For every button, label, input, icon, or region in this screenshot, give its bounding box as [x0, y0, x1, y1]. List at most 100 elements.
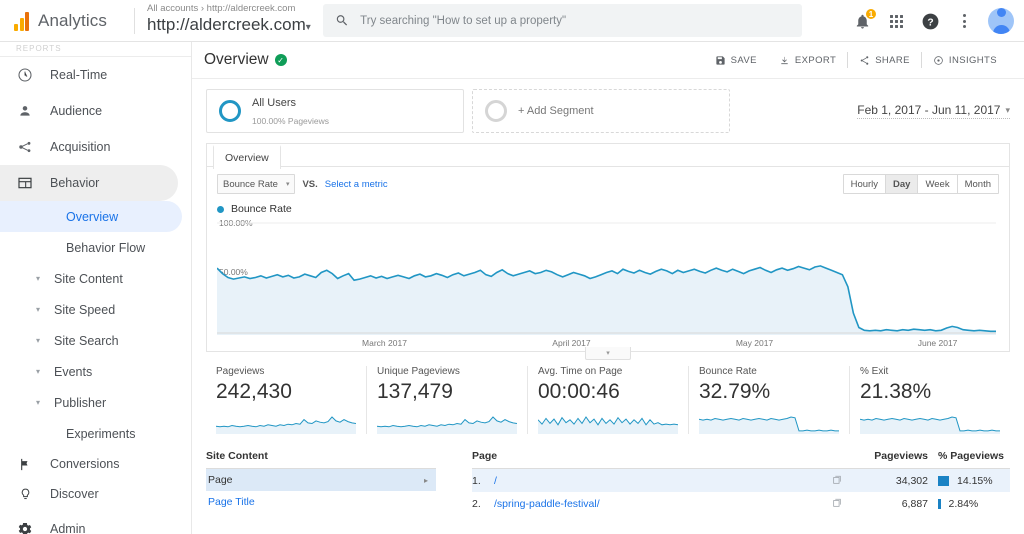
metric-sparkline: [699, 416, 839, 434]
row-page-link[interactable]: /spring-paddle-festival/: [494, 498, 832, 510]
sidebar-item-acquisition[interactable]: Acquisition: [0, 129, 191, 165]
granularity-hourly[interactable]: Hourly: [843, 175, 887, 193]
sidebar-item-site-speed[interactable]: ▾ Site Speed: [0, 294, 191, 325]
sidebar-item-discover[interactable]: Discover: [0, 479, 191, 509]
table-header-row: Page Pageviews % Pageviews: [472, 450, 1010, 469]
sidebar-item-label: Audience: [50, 104, 103, 118]
property-name: http://aldercreek.com▾: [147, 15, 347, 38]
sidebar-item-label: Acquisition: [50, 140, 111, 154]
dimension-row-page[interactable]: Page ▸: [206, 469, 436, 491]
analytics-logo[interactable]: Analytics: [0, 11, 130, 31]
export-label: EXPORT: [794, 54, 837, 66]
table-row[interactable]: 1. / 34,302 14.15%: [472, 469, 1010, 492]
sidebar-item-overview[interactable]: Overview: [0, 201, 182, 232]
metric-card[interactable]: Bounce Rate 32.79%: [688, 366, 849, 434]
sidebar-item-experiments[interactable]: Experiments: [0, 418, 191, 449]
chart-panel: Overview Bounce Rate ▾ VS. Select a metr…: [206, 143, 1010, 360]
share-button[interactable]: SHARE: [848, 55, 921, 66]
metric-card-label: Bounce Rate: [699, 366, 757, 377]
row-pageviews: 6,887: [901, 497, 928, 510]
metric-card-label: Pageviews: [216, 366, 265, 377]
select-a-metric-link[interactable]: Select a metric: [325, 179, 388, 190]
share-icon: [860, 55, 869, 65]
metric-select[interactable]: Bounce Rate ▾: [217, 174, 296, 194]
metric-card[interactable]: Unique Pageviews 137,479: [366, 366, 527, 434]
chevron-down-icon: ▾: [36, 336, 41, 345]
sidebar-item-admin[interactable]: Admin: [0, 509, 191, 534]
sidebar-section-label: REPORTS: [16, 44, 62, 53]
collapse-chart-handle[interactable]: ▾: [585, 347, 631, 360]
metric-card[interactable]: Avg. Time on Page 00:00:46: [527, 366, 688, 434]
top-icons: 1 ?: [852, 0, 1014, 42]
top-bar: Analytics All accounts › http://aldercre…: [0, 0, 1024, 42]
breadcrumb: All accounts › http://aldercreek.com: [147, 3, 296, 14]
more-options-icon[interactable]: [954, 11, 974, 31]
open-in-new-icon[interactable]: [832, 475, 850, 487]
flag-icon: [14, 457, 36, 472]
bar-chart-icon: [14, 11, 29, 31]
save-icon: [716, 55, 725, 65]
main-chart[interactable]: 100.00% 50.00%: [217, 218, 996, 335]
tab-overview[interactable]: Overview: [213, 145, 281, 169]
granularity-week[interactable]: Week: [918, 175, 958, 193]
legend-label: Bounce Rate: [231, 203, 292, 215]
window-icon: [14, 175, 36, 191]
segment-all-users[interactable]: All Users 100.00% Pageviews: [206, 89, 464, 133]
sidebar-subitem-label: Site Speed: [54, 302, 116, 317]
metric-card-value: 21.38%: [860, 380, 932, 403]
metric-card[interactable]: Pageviews 242,430: [206, 366, 366, 434]
sidebar-item-publisher[interactable]: ▾ Publisher: [0, 387, 191, 418]
chevron-right-icon: ▸: [423, 475, 428, 485]
sidebar-subitem-label: Overview: [66, 209, 119, 224]
chevron-down-icon: ▾: [1005, 104, 1010, 115]
chevron-down-icon: ▾: [36, 398, 41, 407]
help-icon[interactable]: ?: [920, 11, 940, 31]
dimension-list: Site Content Page ▸ Page Title: [206, 450, 436, 515]
sidebar-item-behavior[interactable]: Behavior: [0, 165, 178, 201]
save-button[interactable]: SAVE: [704, 55, 768, 66]
svg-text:?: ?: [927, 17, 933, 28]
sidebar-subitem-label: Behavior Flow: [66, 240, 146, 255]
account-selector[interactable]: All accounts › http://aldercreek.com htt…: [147, 3, 347, 38]
apps-grid-icon[interactable]: [886, 11, 906, 31]
sidebar-item-label: Real-Time: [50, 68, 108, 82]
segment-ring-icon: [485, 100, 507, 122]
dimension-header-label: Site Content: [206, 450, 268, 462]
notifications-bell-icon[interactable]: 1: [852, 8, 877, 31]
sidebar-item-conversions[interactable]: Conversions: [0, 449, 191, 479]
search-input[interactable]: [360, 14, 790, 27]
granularity-day[interactable]: Day: [886, 175, 919, 193]
avatar[interactable]: [988, 8, 1014, 34]
sidebar-item-audience[interactable]: Audience: [0, 93, 191, 129]
sidebar-subitem-label: Publisher: [54, 395, 107, 410]
date-range-picker[interactable]: Feb 1, 2017 - Jun 11, 2017 ▾: [857, 103, 1010, 119]
sidebar-item-site-content[interactable]: ▾ Site Content: [0, 263, 191, 294]
export-button[interactable]: EXPORT: [768, 55, 847, 66]
column-header-pageviews: Pageviews: [874, 450, 928, 462]
sidebar-item-behavior-flow[interactable]: Behavior Flow: [0, 232, 191, 263]
vs-label: VS.: [302, 178, 318, 190]
dimension-row-page-title[interactable]: Page Title: [206, 491, 436, 513]
person-icon: [14, 103, 36, 119]
insights-button[interactable]: INSIGHTS: [922, 55, 1008, 66]
metric-card-value: 137,479: [377, 380, 453, 403]
sidebar-item-site-search[interactable]: ▾ Site Search: [0, 325, 191, 356]
granularity-month[interactable]: Month: [957, 175, 998, 193]
property-label: http://aldercreek.com: [147, 15, 306, 34]
row-page-link[interactable]: /: [494, 475, 832, 487]
metric-card[interactable]: % Exit 21.38%: [849, 366, 1010, 434]
row-index: 2.: [472, 497, 481, 510]
search-box[interactable]: [323, 4, 802, 37]
open-in-new-icon[interactable]: [832, 498, 850, 510]
table-row[interactable]: 2. /spring-paddle-festival/ 6,887 2.84%: [472, 492, 1010, 515]
sidebar-item-real-time[interactable]: Real-Time: [0, 57, 191, 93]
panel-tabs: Overview: [207, 144, 1009, 169]
row-pct-label: 2.84%: [948, 497, 979, 510]
search-icon: [336, 15, 348, 26]
chevron-down-icon[interactable]: ▾: [306, 22, 311, 33]
sidebar-item-events[interactable]: ▾ Events: [0, 356, 191, 387]
metric-cards: Pageviews 242,430 Unique Pageviews 137,479 A…: [206, 366, 1010, 434]
add-segment-button[interactable]: + Add Segment: [472, 89, 730, 133]
main-content: Overview ✓ SAVE EXPORT SHARE INSIGHTS Al…: [192, 42, 1024, 534]
clock-icon: [14, 67, 36, 83]
